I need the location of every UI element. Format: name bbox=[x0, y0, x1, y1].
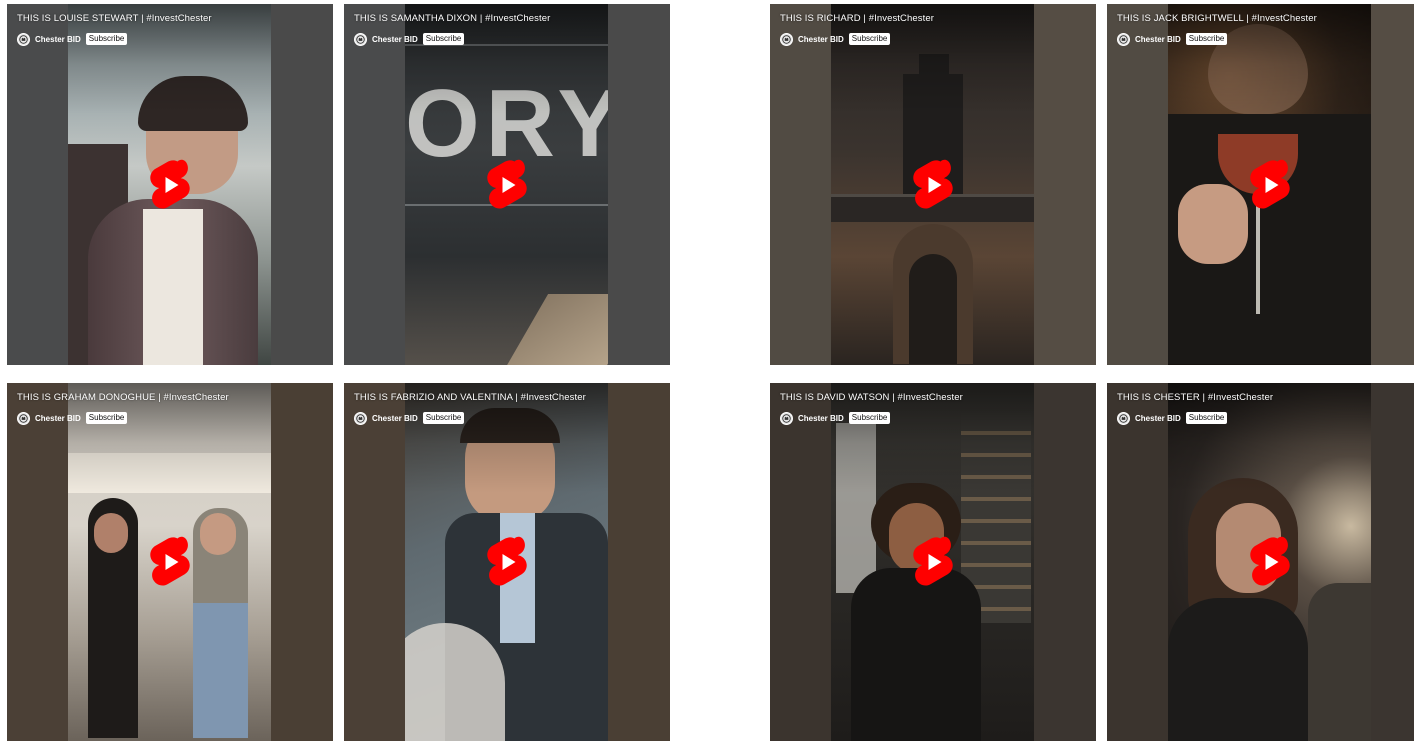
channel-row: Chester BID Subscribe bbox=[780, 411, 891, 425]
video-card[interactable]: THIS IS GRAHAM DONOGHUE | #InvestChester… bbox=[7, 383, 333, 741]
channel-name[interactable]: Chester BID bbox=[372, 414, 418, 423]
video-title[interactable]: THIS IS GRAHAM DONOGHUE | #InvestChester bbox=[17, 392, 325, 403]
youtube-shorts-play-icon[interactable] bbox=[149, 159, 191, 211]
chester-bid-logo-icon[interactable] bbox=[780, 411, 793, 425]
chester-bid-logo-icon[interactable] bbox=[1117, 411, 1130, 425]
video-card[interactable]: THIS IS LOUISE STEWART | #InvestChester … bbox=[7, 4, 333, 365]
subscribe-button[interactable]: Subscribe bbox=[85, 412, 128, 424]
youtube-shorts-play-icon[interactable] bbox=[1249, 159, 1291, 211]
channel-row: Chester BID Subscribe bbox=[1117, 411, 1228, 425]
youtube-shorts-play-icon[interactable] bbox=[486, 536, 528, 588]
video-title[interactable]: THIS IS CHESTER | #InvestChester bbox=[1117, 392, 1414, 403]
subscribe-button[interactable]: Subscribe bbox=[1185, 412, 1228, 424]
channel-name[interactable]: Chester BID bbox=[372, 35, 418, 44]
video-card[interactable]: THIS IS RICHARD | #InvestChester Chester… bbox=[770, 4, 1096, 365]
youtube-shorts-play-icon[interactable] bbox=[486, 159, 528, 211]
youtube-shorts-play-icon[interactable] bbox=[149, 536, 191, 588]
video-title[interactable]: THIS IS DAVID WATSON | #InvestChester bbox=[780, 392, 1088, 403]
video-title[interactable]: THIS IS SAMANTHA DIXON | #InvestChester bbox=[354, 13, 662, 24]
video-card[interactable]: THIS IS FABRIZIO AND VALENTINA | #Invest… bbox=[344, 383, 670, 741]
subscribe-button[interactable]: Subscribe bbox=[422, 412, 465, 424]
chester-bid-logo-icon[interactable] bbox=[1117, 32, 1130, 46]
channel-name[interactable]: Chester BID bbox=[1135, 35, 1181, 44]
video-card[interactable]: ORYHC THIS IS SAMANTHA DIXON | #InvestCh… bbox=[344, 4, 670, 365]
video-title[interactable]: THIS IS LOUISE STEWART | #InvestChester bbox=[17, 13, 325, 24]
channel-name[interactable]: Chester BID bbox=[798, 35, 844, 44]
video-card[interactable]: THIS IS JACK BRIGHTWELL | #InvestChester… bbox=[1107, 4, 1414, 365]
channel-name[interactable]: Chester BID bbox=[798, 414, 844, 423]
channel-row: Chester BID Subscribe bbox=[1117, 32, 1228, 46]
youtube-shorts-play-icon[interactable] bbox=[1249, 536, 1291, 588]
chester-bid-logo-icon[interactable] bbox=[354, 32, 367, 46]
channel-row: Chester BID Subscribe bbox=[17, 32, 128, 46]
youtube-shorts-play-icon[interactable] bbox=[912, 536, 954, 588]
chester-bid-logo-icon[interactable] bbox=[780, 32, 793, 46]
subscribe-button[interactable]: Subscribe bbox=[1185, 33, 1228, 45]
subscribe-button[interactable]: Subscribe bbox=[422, 33, 465, 45]
channel-name[interactable]: Chester BID bbox=[35, 414, 81, 423]
chester-bid-logo-icon[interactable] bbox=[17, 411, 30, 425]
subscribe-button[interactable]: Subscribe bbox=[85, 33, 128, 45]
subscribe-button[interactable]: Subscribe bbox=[848, 33, 891, 45]
channel-row: Chester BID Subscribe bbox=[354, 32, 465, 46]
video-title[interactable]: THIS IS JACK BRIGHTWELL | #InvestChester bbox=[1117, 13, 1414, 24]
subscribe-button[interactable]: Subscribe bbox=[848, 412, 891, 424]
chester-bid-logo-icon[interactable] bbox=[354, 411, 367, 425]
video-card[interactable]: THIS IS DAVID WATSON | #InvestChester Ch… bbox=[770, 383, 1096, 741]
chester-bid-logo-icon[interactable] bbox=[17, 32, 30, 46]
youtube-shorts-play-icon[interactable] bbox=[912, 159, 954, 211]
video-title[interactable]: THIS IS RICHARD | #InvestChester bbox=[780, 13, 1088, 24]
channel-row: Chester BID Subscribe bbox=[17, 411, 128, 425]
channel-name[interactable]: Chester BID bbox=[35, 35, 81, 44]
channel-name[interactable]: Chester BID bbox=[1135, 414, 1181, 423]
channel-row: Chester BID Subscribe bbox=[780, 32, 891, 46]
video-card[interactable]: THIS IS CHESTER | #InvestChester Chester… bbox=[1107, 383, 1414, 741]
video-title[interactable]: THIS IS FABRIZIO AND VALENTINA | #Invest… bbox=[354, 392, 662, 403]
channel-row: Chester BID Subscribe bbox=[354, 411, 465, 425]
